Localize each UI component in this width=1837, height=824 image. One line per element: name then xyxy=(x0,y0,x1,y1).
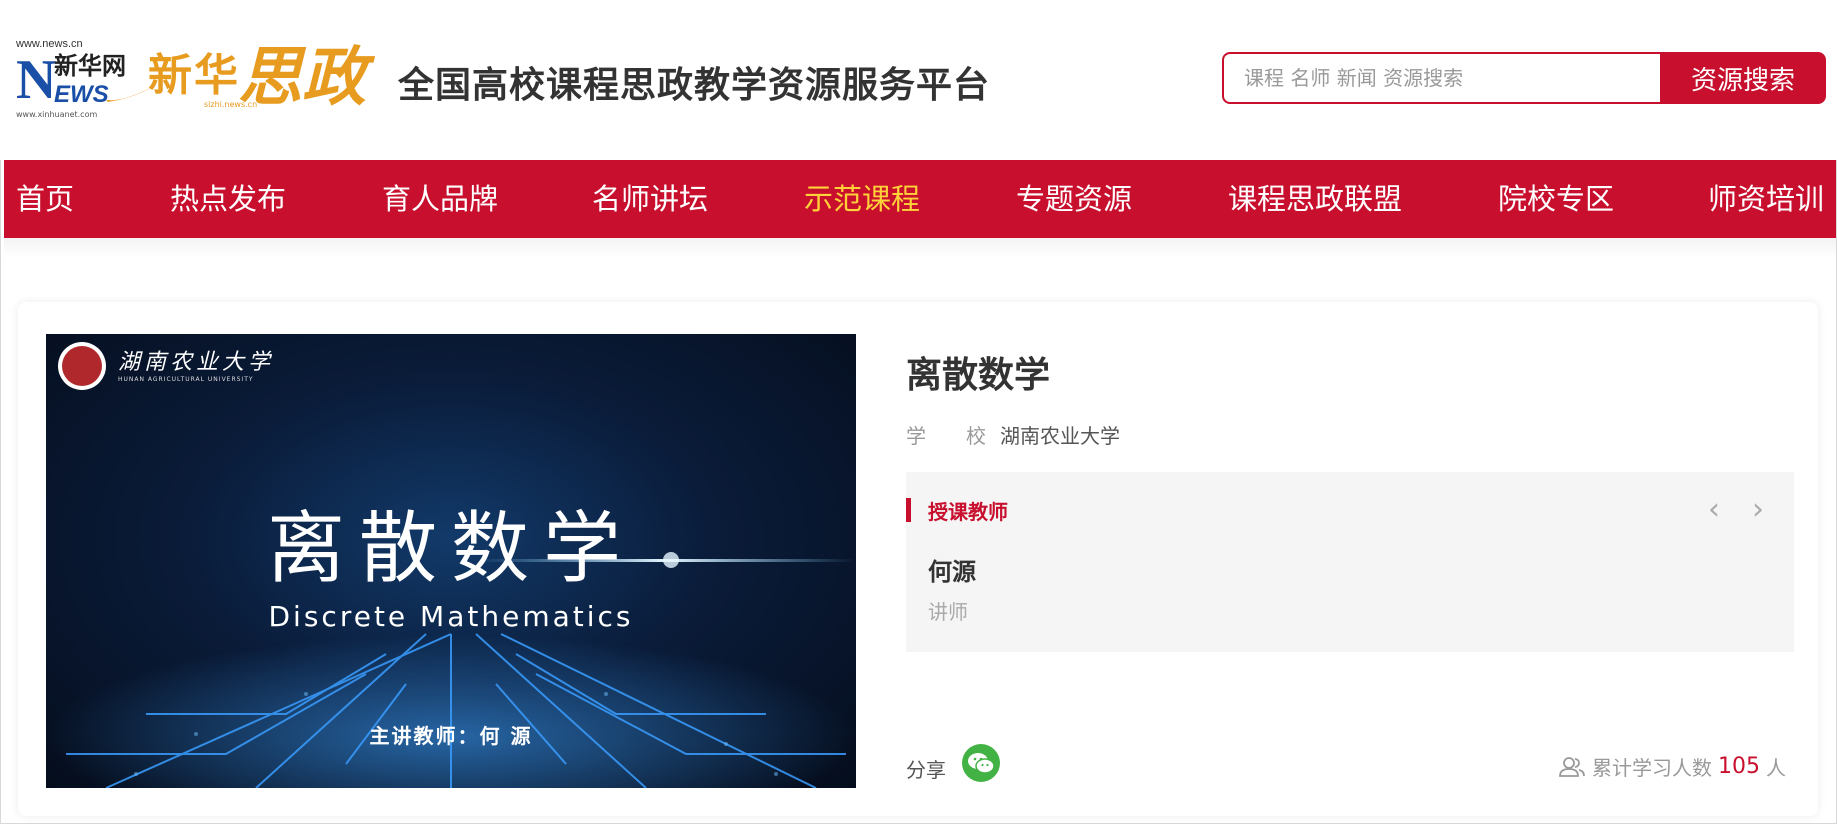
learner-count: 累计学习人数 105 人 xyxy=(1558,752,1786,781)
school-value[interactable]: 湖南农业大学 xyxy=(1000,424,1120,448)
teacher-name[interactable]: 何源 xyxy=(928,552,976,587)
section-marker xyxy=(906,498,911,522)
cover-teacher-line: 主讲教师：何 源 xyxy=(369,724,533,748)
school-row: 学 校湖南农业大学 xyxy=(906,420,1120,449)
users-icon xyxy=(1559,756,1585,777)
nav-item-brand[interactable]: 育人品牌 xyxy=(382,182,498,216)
learners-prefix: 累计学习人数 xyxy=(1592,756,1712,780)
university-emblem-icon xyxy=(58,342,106,390)
site-logo[interactable]: www.news.cn N 新华网 EWS www.xinhuanet.com … xyxy=(16,38,376,120)
teacher-section-label: 授课教师 xyxy=(928,500,1008,524)
nav-item-alliance[interactable]: 课程思政联盟 xyxy=(1228,182,1402,216)
course-title: 离散数学 xyxy=(906,355,1051,396)
nav-item-hot[interactable]: 热点发布 xyxy=(170,182,286,216)
site-title: 全国高校课程思政教学资源服务平台 xyxy=(398,65,991,106)
nav-item-demo-course[interactable]: 示范课程 xyxy=(804,182,920,216)
cover-school-name: 湖南农业大学 xyxy=(118,350,275,375)
search-button[interactable]: 资源搜索 xyxy=(1660,52,1826,104)
sizheng-logo-text: 思政 xyxy=(238,40,366,115)
teacher-panel: 授课教师 ‹ › 何源 讲师 xyxy=(906,472,1794,652)
search-bar: 资源搜索 xyxy=(1222,52,1826,104)
cover-title: 离散数学 xyxy=(266,504,635,594)
cover-subtitle: Discrete Mathematics xyxy=(268,600,634,633)
share-label: 分享 xyxy=(906,758,946,782)
school-label: 学 校 xyxy=(906,424,986,448)
main-nav: 首页 热点发布 育人品牌 名师讲坛 示范课程 专题资源 课程思政联盟 院校专区 … xyxy=(4,160,1836,238)
nav-item-topics[interactable]: 专题资源 xyxy=(1016,182,1132,216)
chevron-left-icon[interactable]: ‹ xyxy=(1708,492,1720,527)
nav-divider xyxy=(4,238,1836,258)
news-letter-n: N xyxy=(16,49,57,111)
course-cover-image[interactable]: 湖南农业大学 HUNAN AGRICULTURAL UNIVERSITY 离散数… xyxy=(46,334,856,788)
xinhua-url: sizhi.news.cn xyxy=(204,100,258,109)
learners-suffix: 人 xyxy=(1766,756,1786,780)
teacher-role: 讲师 xyxy=(928,600,968,624)
xinhua-logo-text: 新华 xyxy=(148,50,240,101)
search-input[interactable] xyxy=(1222,52,1680,104)
learners-count: 105 xyxy=(1718,754,1760,779)
wechat-icon[interactable] xyxy=(962,744,1000,782)
nav-item-home[interactable]: 首页 xyxy=(16,182,74,216)
chevron-right-icon[interactable]: › xyxy=(1752,492,1764,527)
site-header: www.news.cn N 新华网 EWS www.xinhuanet.com … xyxy=(0,0,1837,160)
course-card: 湖南农业大学 HUNAN AGRICULTURAL UNIVERSITY 离散数… xyxy=(18,302,1818,816)
news-cn-label: 新华网 xyxy=(54,52,126,80)
news-url-bottom: www.xinhuanet.com xyxy=(16,110,98,119)
nav-item-training[interactable]: 师资培训 xyxy=(1708,182,1824,216)
cover-school-name-en: HUNAN AGRICULTURAL UNIVERSITY xyxy=(118,376,254,383)
nav-item-schools[interactable]: 院校专区 xyxy=(1498,182,1614,216)
news-ews-label: EWS xyxy=(54,81,109,108)
nav-item-lecture[interactable]: 名师讲坛 xyxy=(592,182,708,216)
